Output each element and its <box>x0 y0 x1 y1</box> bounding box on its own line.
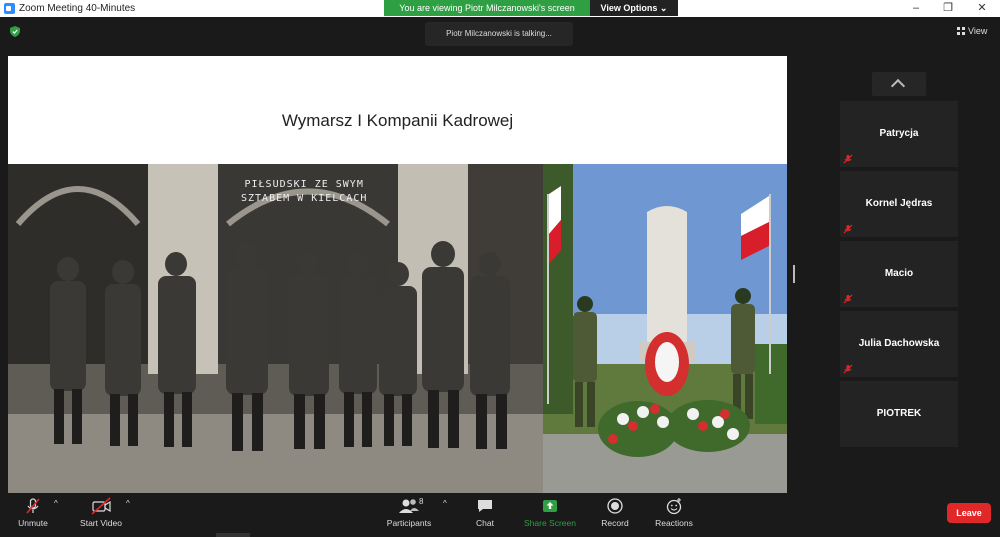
view-button[interactable]: View <box>957 26 987 36</box>
chat-icon <box>478 500 492 512</box>
record-icon <box>607 498 623 514</box>
unmute-button[interactable]: Unmute <box>14 497 52 528</box>
participant-name: Macio <box>884 268 914 279</box>
muted-mic-icon <box>843 294 853 304</box>
participants-label: Participants <box>386 518 432 528</box>
participants-icon <box>399 499 419 513</box>
viewing-banner: You are viewing Piotr Milczanowski's scr… <box>384 0 590 16</box>
participant-tile[interactable]: Patrycja <box>840 101 958 167</box>
participant-tile[interactable]: Kornel Jędras <box>840 171 958 237</box>
unmute-label: Unmute <box>18 518 48 528</box>
participant-tile[interactable]: PIOTREK <box>840 381 958 447</box>
historical-group-photo: PIŁSUDSKI ZE SWYM SZTABEM W KIELCACH <box>8 164 543 493</box>
maximize-button[interactable]: ❐ <box>941 1 955 15</box>
participant-tile[interactable]: Julia Dachowska <box>840 311 958 377</box>
view-options-label: View Options <box>600 3 658 13</box>
reactions-label: Reactions <box>655 518 693 528</box>
start-video-button[interactable]: Start Video <box>78 497 124 528</box>
taskbar-indicator <box>216 533 250 537</box>
participant-name: PIOTREK <box>876 408 922 419</box>
record-button[interactable]: Record <box>598 497 632 528</box>
photo-caption: PIŁSUDSKI ZE SWYM SZTABEM W KIELCACH <box>241 178 367 206</box>
window-title: Zoom Meeting 40-Minutes <box>19 3 136 14</box>
minimize-button[interactable]: – <box>909 1 923 15</box>
meeting-toolbar: Unmute ^ Start Video ^ 8 Participants ^ … <box>0 493 1000 537</box>
share-screen-icon <box>543 500 557 512</box>
participant-name: Julia Dachowska <box>858 338 940 349</box>
photo-caption-line2: SZTABEM W KIELCACH <box>241 193 368 204</box>
video-options-caret-icon[interactable]: ^ <box>126 499 130 508</box>
share-screen-button[interactable]: Share Screen <box>522 497 578 528</box>
view-options-button[interactable]: View Options ⌄ <box>590 0 678 16</box>
muted-mic-icon <box>843 364 853 374</box>
start-video-label: Start Video <box>80 518 122 528</box>
shield-icon[interactable] <box>10 26 20 37</box>
muted-mic-icon <box>843 154 853 164</box>
panel-resize-handle[interactable] <box>793 265 795 283</box>
audio-options-caret-icon[interactable]: ^ <box>54 499 58 508</box>
group-photo-drawing <box>8 164 543 493</box>
photo-caption-line1: PIŁSUDSKI ZE SWYM <box>244 179 364 190</box>
participants-count: 8 <box>419 497 424 506</box>
title-bar: Zoom Meeting 40-Minutes You are viewing … <box>0 0 1000 17</box>
chat-label: Chat <box>476 518 494 528</box>
reactions-icon <box>666 498 682 515</box>
participants-button[interactable]: 8 Participants <box>384 497 434 528</box>
chat-button[interactable]: Chat <box>470 497 500 528</box>
participant-name: Patrycja <box>879 128 919 139</box>
muted-mic-icon <box>26 498 40 514</box>
chevron-up-icon <box>890 78 906 94</box>
slide-title: Wymarsz I Kompanii Kadrowej <box>281 111 514 130</box>
muted-mic-icon <box>843 224 853 234</box>
leave-button[interactable]: Leave <box>947 503 991 523</box>
chevron-down-icon: ⌄ <box>659 3 668 13</box>
share-screen-label: Share Screen <box>524 518 576 528</box>
zoom-app-icon <box>4 3 15 14</box>
close-button[interactable]: ✕ <box>975 1 989 15</box>
participant-name: Kornel Jędras <box>865 198 933 209</box>
participants-scroll-up-button[interactable] <box>872 72 926 96</box>
record-label: Record <box>601 518 629 528</box>
shared-screen: Wymarsz I Kompanii Kadrowej PIŁSUDSKI ZE… <box>8 56 787 493</box>
view-label: View <box>968 26 988 36</box>
participant-tile[interactable]: Macio <box>840 241 958 307</box>
monument-photo-drawing <box>543 164 787 493</box>
participants-options-caret-icon[interactable]: ^ <box>443 499 447 508</box>
reactions-button[interactable]: Reactions <box>652 497 696 528</box>
talking-indicator: Piotr Milczanowski is talking... <box>425 22 573 46</box>
grid-icon <box>957 27 965 35</box>
monument-photo <box>543 164 787 493</box>
video-off-icon <box>91 497 111 515</box>
